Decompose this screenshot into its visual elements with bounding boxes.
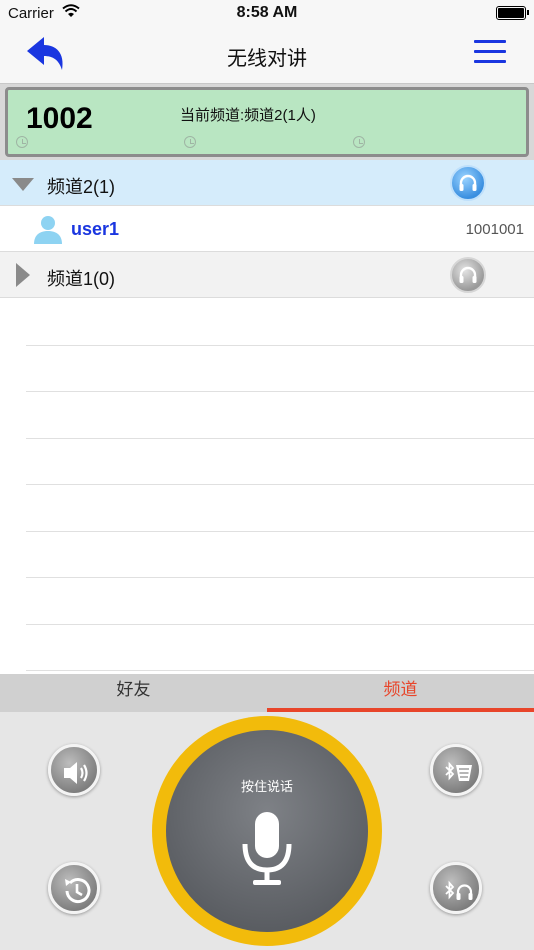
- row-divider: [26, 531, 534, 532]
- page-title: 无线对讲: [227, 48, 307, 70]
- clock-history-icon: [353, 136, 365, 148]
- history-icon: [65, 878, 91, 904]
- clock-history-icon: [184, 136, 196, 148]
- member-id: 1001001: [465, 221, 524, 238]
- row-divider: [26, 624, 534, 625]
- clock: 8:58 AM: [236, 4, 298, 21]
- row-divider: [26, 484, 534, 485]
- row-divider: [26, 345, 534, 346]
- nav-bar: 无线对讲: [0, 28, 534, 84]
- hamburger-menu-icon[interactable]: [474, 40, 506, 66]
- bluetooth-headset-icon: [445, 880, 473, 900]
- channel-row-2[interactable]: 频道2(1): [0, 160, 534, 206]
- push-to-talk-label: 按住说话: [240, 779, 293, 794]
- channel-row-1[interactable]: 频道1(0): [0, 252, 534, 298]
- status-panel: 1002 当前频道:频道2(1人): [5, 87, 529, 157]
- headphones-icon[interactable]: [450, 165, 486, 201]
- channel-label: 频道2(1): [47, 177, 116, 197]
- speaker-button[interactable]: [48, 744, 100, 796]
- status-bar: Carrier 8:58 AM: [0, 0, 534, 28]
- push-to-talk-button[interactable]: 按住说话: [166, 730, 368, 932]
- channel-label: 频道1(0): [47, 269, 116, 289]
- collapsed-triangle-icon: [16, 263, 30, 287]
- push-to-talk-ring[interactable]: 按住说话: [152, 716, 382, 946]
- own-number: 1002: [26, 102, 93, 135]
- row-divider: [26, 391, 534, 392]
- tab-friends[interactable]: 好友: [0, 674, 267, 712]
- battery-icon: [496, 6, 529, 20]
- expanded-triangle-icon: [12, 178, 34, 191]
- row-divider: [26, 438, 534, 439]
- bluetooth-speaker-icon: [445, 761, 472, 781]
- history-button[interactable]: [48, 862, 100, 914]
- talk-controls: 按住说话: [0, 712, 534, 950]
- headphones-icon[interactable]: [450, 257, 486, 293]
- row-divider: [26, 577, 534, 578]
- current-channel-text: 当前频道:频道2(1人): [180, 107, 316, 124]
- microphone-icon: [242, 812, 292, 885]
- bluetooth-speaker-button[interactable]: [430, 744, 482, 796]
- tab-bar: 好友 频道: [0, 674, 534, 712]
- bluetooth-headset-button[interactable]: [430, 862, 482, 914]
- status-panel-frame: 1002 当前频道:频道2(1人): [0, 84, 534, 160]
- user-avatar-icon: [32, 213, 64, 245]
- channel-list: 频道2(1) user1 1001001 频道1(0): [0, 160, 534, 298]
- row-divider: [26, 670, 534, 671]
- speaker-icon: [64, 762, 88, 784]
- member-row[interactable]: user1 1001001: [0, 206, 534, 252]
- clock-history-icon: [16, 136, 28, 148]
- tab-channels[interactable]: 频道: [267, 674, 534, 712]
- member-name: user1: [71, 219, 120, 239]
